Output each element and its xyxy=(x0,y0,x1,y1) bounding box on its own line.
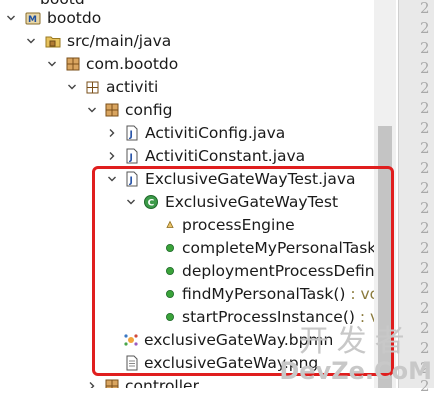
svg-text:J: J xyxy=(129,130,133,140)
tree-label: deploymentProcessDefinit xyxy=(182,262,385,280)
line-number: 2 xyxy=(420,119,430,137)
chevron-right-icon[interactable] xyxy=(106,127,118,139)
image-file-icon xyxy=(124,355,140,371)
chevron-right-icon[interactable] xyxy=(106,150,118,162)
svg-text:C: C xyxy=(148,199,155,209)
public-method-icon xyxy=(162,309,178,325)
chevron-down-icon[interactable] xyxy=(5,12,17,24)
watermark-cn: 开发者 xyxy=(298,324,413,359)
tree-label: config xyxy=(125,101,173,119)
chevron-down-icon[interactable] xyxy=(25,35,37,47)
tree-label: processEngine xyxy=(182,216,295,234)
package-icon xyxy=(65,56,81,72)
package-icon xyxy=(84,79,100,95)
bpmn-file-icon xyxy=(123,332,139,348)
tree-label: bootdo xyxy=(47,9,102,27)
chevron-down-icon[interactable] xyxy=(66,81,78,93)
package-icon xyxy=(104,378,120,388)
line-number: 2 xyxy=(420,179,430,197)
chevron-down-icon[interactable] xyxy=(106,173,118,185)
tree-label: ExclusiveGateWayTest xyxy=(165,193,339,211)
line-number: 2 xyxy=(420,199,430,217)
chevron-right-icon[interactable] xyxy=(86,380,98,388)
tree-label: com.bootdo xyxy=(86,55,179,73)
line-number: 2 xyxy=(420,219,430,237)
public-method-icon xyxy=(162,263,178,279)
tree-label: controller xyxy=(125,377,199,388)
line-number: 2 xyxy=(420,79,430,97)
chevron-down-icon[interactable] xyxy=(86,104,98,116)
line-number: 2 xyxy=(420,39,430,57)
line-number: 2 xyxy=(420,299,430,317)
chevron-down-icon[interactable] xyxy=(46,58,58,70)
tree-label: ActivitiConstant.java xyxy=(145,147,306,165)
package-icon xyxy=(104,102,120,118)
svg-text:M: M xyxy=(28,15,37,25)
svg-text:J: J xyxy=(129,153,133,163)
tree-label: completeMyPersonalTask() xyxy=(182,239,389,257)
line-number: 2 xyxy=(420,99,430,117)
public-method-icon xyxy=(162,286,178,302)
line-number: 2 xyxy=(420,0,430,17)
chevron-down-icon[interactable] xyxy=(125,196,137,208)
tree-label: ExclusiveGateWayTest.java xyxy=(145,170,356,188)
tree-label: src/main/java xyxy=(67,32,172,50)
line-number: 2 xyxy=(420,239,430,257)
maven-project-icon: M xyxy=(25,10,41,26)
java-file-icon: J xyxy=(124,171,140,187)
tree-label: activiti xyxy=(106,78,159,96)
line-number: 2 xyxy=(420,59,430,77)
java-file-icon: J xyxy=(124,148,140,164)
class-icon: C xyxy=(143,194,159,210)
line-number: 2 xyxy=(420,259,430,277)
line-number: 2 xyxy=(420,19,430,37)
line-number: 2 xyxy=(420,159,430,177)
method-name: findMyPersonalTask() xyxy=(182,285,346,303)
line-number: 2 xyxy=(420,279,430,297)
line-number: 2 xyxy=(420,139,430,157)
java-file-icon: J xyxy=(124,125,140,141)
field-icon xyxy=(162,217,178,233)
tree-label: ActivitiConfig.java xyxy=(145,124,286,142)
public-method-icon xyxy=(162,240,178,256)
watermark-en: DevZe.CoM xyxy=(279,357,432,385)
source-folder-icon xyxy=(45,33,61,49)
svg-text:J: J xyxy=(129,176,133,186)
watermark: 开发者 DevZe.CoM xyxy=(279,324,432,385)
tree-label: findMyPersonalTask() : voic xyxy=(182,283,392,306)
